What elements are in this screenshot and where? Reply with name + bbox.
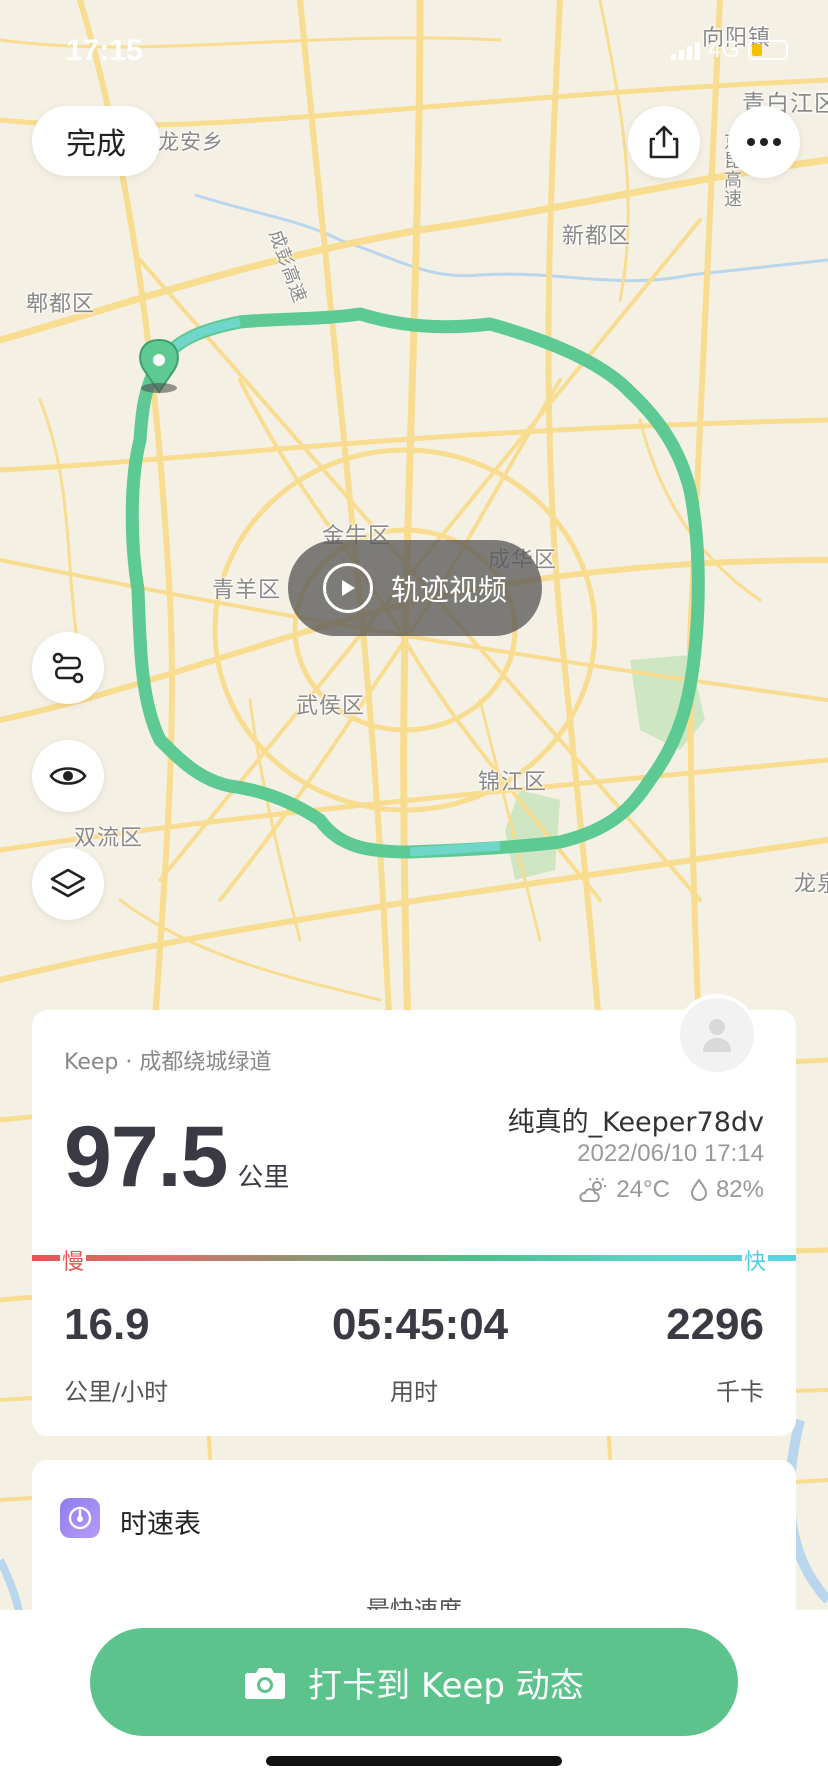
play-icon bbox=[322, 563, 373, 613]
more-icon bbox=[747, 138, 781, 146]
share-icon bbox=[649, 125, 679, 159]
status-time: 17:15 bbox=[66, 34, 143, 67]
temperature: 24°C bbox=[616, 1176, 670, 1203]
home-indicator[interactable] bbox=[266, 1756, 562, 1766]
stat-label: 千卡 bbox=[716, 1378, 764, 1406]
camera-icon bbox=[245, 1668, 286, 1699]
more-button[interactable] bbox=[728, 106, 800, 178]
map-label: 青羊区 bbox=[212, 578, 282, 603]
status-indicators: 4G bbox=[670, 36, 788, 64]
stat-label: 公里/小时 bbox=[64, 1378, 169, 1406]
partly-cloudy-icon bbox=[579, 1177, 607, 1202]
map-label: 龙安乡 bbox=[158, 130, 224, 154]
map-label: 武侯区 bbox=[296, 694, 366, 719]
stat-label: 用时 bbox=[390, 1378, 438, 1406]
stat-value: 05:45:04 bbox=[332, 1300, 509, 1349]
distance-unit: 公里 bbox=[237, 1163, 290, 1193]
speed-gradient-bar bbox=[32, 1255, 796, 1261]
stat-value: 16.9 bbox=[64, 1300, 150, 1349]
speedometer-icon bbox=[60, 1498, 100, 1538]
stat-duration: 05:45:04 用时 bbox=[332, 1300, 509, 1407]
activity-source: Keep · 成都绕城绿道 bbox=[64, 1050, 272, 1075]
checkin-button[interactable]: 打卡到 Keep 动态 bbox=[90, 1628, 738, 1736]
stat-speed: 16.9 公里/小时 bbox=[64, 1300, 168, 1407]
fast-label: 快 bbox=[742, 1244, 769, 1276]
distance: 97.5 公里 bbox=[64, 1108, 289, 1207]
map-label: 龙泉 bbox=[794, 872, 828, 897]
map-label: 新都区 bbox=[562, 224, 632, 249]
map-label: 双流区 bbox=[74, 826, 144, 851]
distance-value: 97.5 bbox=[64, 1109, 228, 1205]
route-icon bbox=[52, 652, 84, 684]
share-button[interactable] bbox=[628, 106, 700, 178]
user-icon bbox=[703, 1019, 731, 1052]
humidity: 82% bbox=[715, 1176, 764, 1203]
slow-label: 慢 bbox=[60, 1244, 87, 1276]
map-label: 锦江区 bbox=[478, 770, 548, 795]
signal-icon bbox=[670, 40, 700, 60]
stat-value: 2296 bbox=[666, 1300, 764, 1349]
network-type: 4G bbox=[707, 36, 740, 63]
speed-card-title: 时速表 bbox=[120, 1509, 201, 1540]
user-name[interactable]: 纯真的_Keeper78dv bbox=[508, 1100, 764, 1139]
track-video-button[interactable]: 轨迹视频 bbox=[288, 540, 542, 636]
start-pin-icon bbox=[139, 338, 179, 394]
checkin-label: 打卡到 Keep 动态 bbox=[308, 1665, 584, 1706]
map-label: 郫都区 bbox=[26, 292, 96, 317]
layers-button[interactable] bbox=[32, 848, 104, 920]
avatar[interactable] bbox=[676, 994, 758, 1076]
route-toggle-button[interactable] bbox=[32, 632, 104, 704]
stat-calories: 2296 千卡 bbox=[640, 1300, 764, 1407]
done-button[interactable]: 完成 bbox=[32, 106, 160, 176]
track-video-label: 轨迹视频 bbox=[390, 573, 507, 607]
humidity-icon bbox=[690, 1178, 707, 1202]
visibility-button[interactable] bbox=[32, 740, 104, 812]
layers-icon bbox=[50, 868, 86, 898]
battery-icon bbox=[748, 40, 788, 60]
activity-datetime: 2022/06/10 17:14 bbox=[577, 1140, 764, 1167]
eye-icon bbox=[49, 767, 87, 785]
weather-info: 24°C 82% bbox=[578, 1176, 764, 1204]
